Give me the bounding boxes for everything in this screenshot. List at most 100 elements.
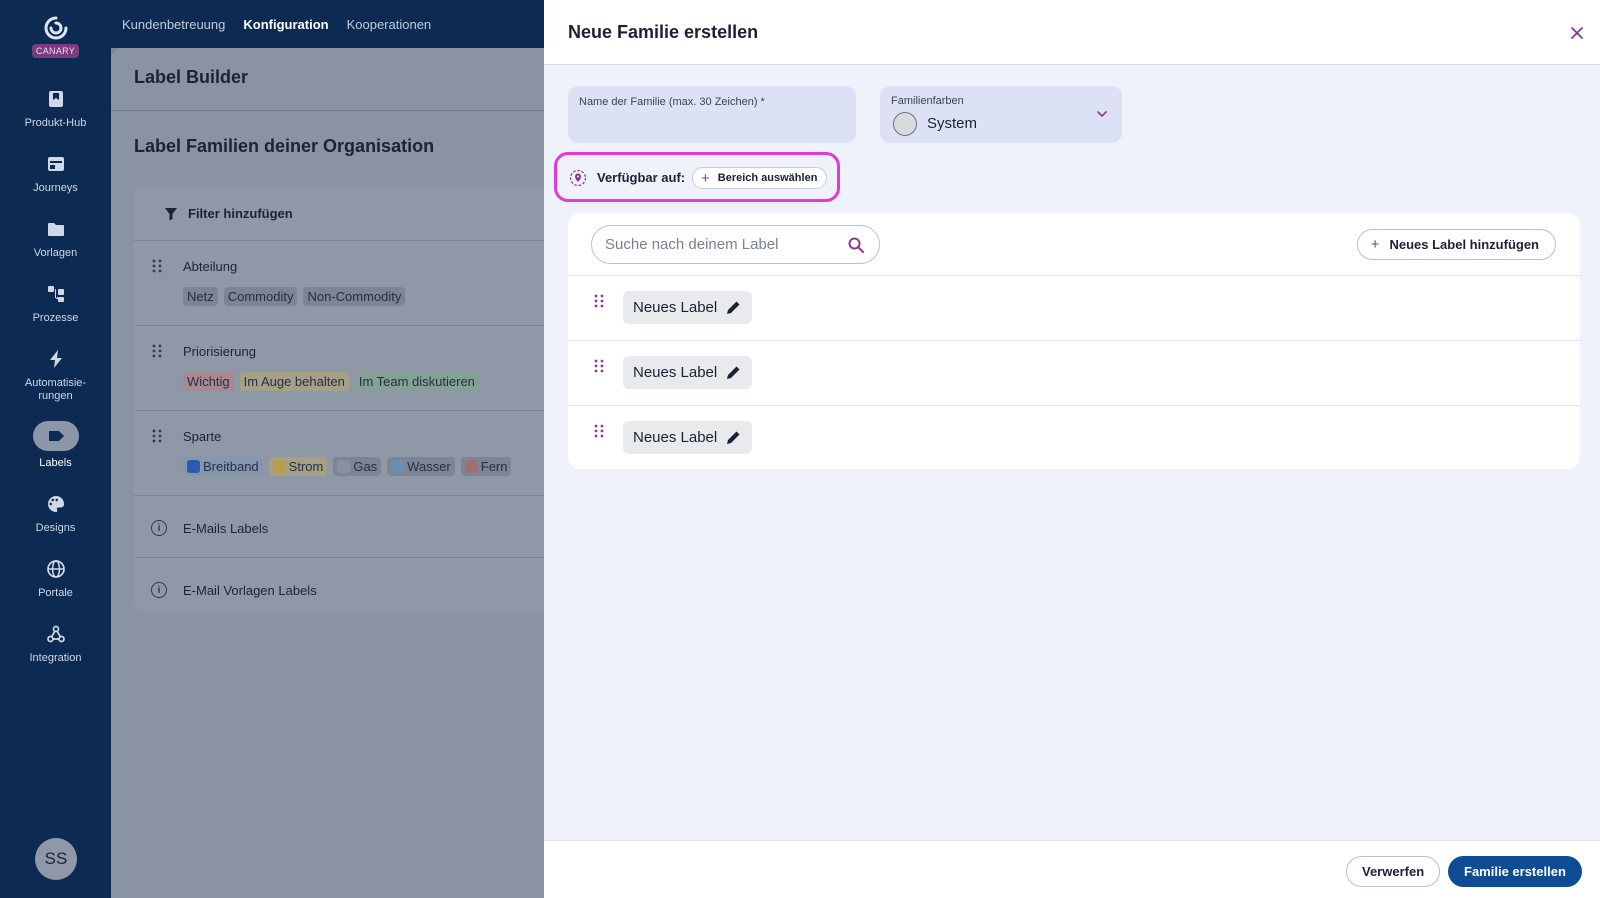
sidebar-item-label: Integration [29, 652, 82, 664]
sidebar-item-designs[interactable]: Designs [0, 492, 111, 535]
label-chip: Im Auge behalten [239, 372, 349, 391]
label-chip: Gas [333, 457, 382, 476]
sidebar-item-label: Automatisie- rungen [24, 377, 87, 402]
filter-button[interactable]: Filter hinzufügen [134, 187, 554, 241]
family-row[interactable]: Abteilung Netz Commodity Non-Commodity [134, 241, 554, 326]
brand-badge: CANARY [31, 44, 80, 58]
close-button[interactable] [1568, 24, 1586, 42]
label-tag[interactable]: Neues Label [623, 291, 753, 324]
drag-handle-icon[interactable] [152, 429, 162, 443]
sidebar-item-label: Prozesse [32, 312, 79, 324]
sidebar-item-label: Designs [35, 522, 76, 534]
sidebar-item-journeys[interactable]: Journeys [0, 152, 111, 195]
bookmark-icon [44, 87, 68, 111]
drag-handle-icon[interactable] [594, 294, 604, 308]
main-content: Label Builder Label Familien deiner Orga… [111, 48, 554, 898]
page-title: Label Builder [134, 67, 249, 87]
label-row: Neues Label [568, 275, 1580, 340]
chip-text: Gas [353, 459, 378, 474]
family-name: Abteilung [183, 259, 238, 274]
family-row[interactable]: Sparte Breitband Strom Gas Wasser Fern [134, 411, 554, 496]
sidebar: CANARY Produkt-Hub Journeys Vorlagen Pro… [0, 0, 111, 898]
label-chip: Netz [183, 287, 218, 306]
label-chip: Wichtig [183, 372, 234, 391]
folder-icon [44, 217, 68, 241]
drag-handle-icon[interactable] [152, 344, 162, 358]
bolt-icon [44, 347, 68, 371]
lightning-icon [272, 460, 286, 473]
sidebar-item-automatisierungen[interactable]: Automatisie- rungen [0, 347, 111, 403]
section-title: Label Familien deiner Organisation [134, 136, 435, 156]
drag-handle-icon[interactable] [594, 359, 604, 373]
label-chip: Strom [268, 457, 328, 476]
select-area-button[interactable]: + Bereich auswählen [692, 167, 828, 189]
family-name: Sparte [183, 429, 222, 444]
family-color-select[interactable]: Familienfarben System [880, 86, 1122, 143]
label-search[interactable] [591, 225, 880, 264]
label-chip: Breitband [183, 457, 263, 476]
label-tag[interactable]: Neues Label [623, 421, 753, 454]
divider [111, 110, 544, 111]
drag-handle-icon[interactable] [594, 424, 604, 438]
family-name-field[interactable]: Name der Familie (max. 30 Zeichen) * [568, 86, 856, 143]
chip-text: Breitband [203, 459, 259, 474]
label-chip: Non-Commodity [303, 287, 406, 306]
family-color-value: System [927, 115, 978, 132]
search-icon[interactable] [847, 236, 865, 254]
app-logo[interactable]: CANARY [31, 14, 80, 58]
tab-kooperationen[interactable]: Kooperationen [347, 17, 432, 32]
label-tag-text: Neues Label [633, 299, 718, 316]
plus-icon: + [1370, 236, 1380, 253]
add-label-button[interactable]: + Neues Label hinzufügen [1356, 229, 1556, 260]
family-row[interactable]: Priorisierung Wichtig Im Auge behalten I… [134, 326, 554, 411]
chip-list: Netz Commodity Non-Commodity [183, 287, 406, 306]
info-row[interactable]: i E-Mails Labels [134, 496, 554, 558]
sidebar-item-label: Produkt-Hub [24, 117, 87, 129]
create-family-drawer: Neue Familie erstellen Name der Familie … [544, 0, 1600, 898]
label-chip: Im Team diskutieren [354, 372, 479, 391]
sidebar-item-portale[interactable]: Portale [0, 557, 111, 600]
sidebar-item-labels[interactable]: Labels [0, 421, 111, 470]
webhook-icon [44, 622, 68, 646]
wifi-icon [187, 460, 200, 473]
sidebar-item-label: Vorlagen [33, 247, 78, 259]
label-chip: Wasser [387, 457, 455, 476]
pencil-icon[interactable] [725, 299, 742, 316]
pencil-icon[interactable] [725, 364, 742, 381]
drawer-footer: Verwerfen Familie erstellen [544, 840, 1600, 898]
family-name-label: Name der Familie (max. 30 Zeichen) * [579, 96, 765, 108]
globe-icon [44, 557, 68, 581]
label-tag-text: Neues Label [633, 364, 718, 381]
drawer-title: Neue Familie erstellen [568, 22, 759, 42]
label-chip: Commodity [223, 287, 298, 306]
chip-list: Wichtig Im Auge behalten Im Team diskuti… [183, 372, 479, 391]
discard-button[interactable]: Verwerfen [1346, 856, 1441, 887]
sidebar-item-produkt-hub[interactable]: Produkt-Hub [0, 87, 111, 130]
create-family-button[interactable]: Familie erstellen [1448, 856, 1582, 887]
add-label-text: Neues Label hinzufügen [1389, 237, 1539, 252]
plus-icon: + [701, 169, 710, 187]
families-card: Filter hinzufügen Abteilung Netz Commodi… [134, 187, 554, 611]
info-row[interactable]: i E-Mail Vorlagen Labels [134, 558, 554, 611]
drag-handle-icon[interactable] [152, 259, 162, 273]
sidebar-item-prozesse[interactable]: Prozesse [0, 282, 111, 325]
family-name: Priorisierung [183, 344, 256, 359]
sidebar-item-label: Labels [39, 457, 72, 469]
avatar[interactable]: SS [35, 838, 77, 880]
info-row-label: E-Mails Labels [183, 521, 269, 536]
label-tag-text: Neues Label [633, 429, 718, 446]
sidebar-item-integration[interactable]: Integration [0, 622, 111, 665]
label-tag[interactable]: Neues Label [623, 356, 753, 389]
layout-icon [44, 152, 68, 176]
pencil-icon[interactable] [725, 429, 742, 446]
search-input[interactable] [605, 236, 835, 253]
tab-kundenbetreuung[interactable]: Kundenbetreuung [122, 17, 225, 32]
close-icon [1571, 27, 1583, 39]
sidebar-item-vorlagen[interactable]: Vorlagen [0, 217, 111, 260]
page-card: Label Builder Label Familien deiner Orga… [111, 48, 554, 898]
label-icon [32, 421, 79, 451]
label-row: Neues Label [568, 405, 1580, 469]
label-chip: Fern [460, 457, 512, 476]
family-color-label: Familienfarben [891, 95, 964, 107]
tab-konfiguration[interactable]: Konfiguration [243, 17, 328, 32]
